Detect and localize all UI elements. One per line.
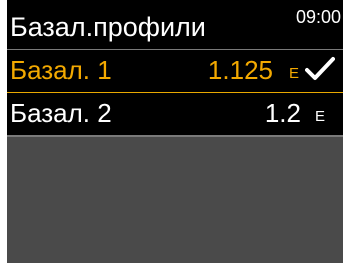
empty-list-area [7, 137, 343, 263]
pump-screen: Базал.профили 09:00 Базал. 1 1.125 Е Баз… [7, 0, 343, 263]
profile-unit: Е [288, 65, 299, 82]
profile-label: Базал. 1 [10, 55, 112, 85]
profile-unit: Е [314, 108, 325, 125]
basal-profile-row-1[interactable]: Базал. 1 1.125 Е [7, 50, 343, 92]
profile-amount: 1.2 [264, 98, 301, 128]
profile-label: Базал. 2 [10, 98, 112, 128]
clock-time: 09:00 [295, 7, 341, 27]
basal-profile-row-2[interactable]: Базал. 2 1.2 Е [7, 93, 343, 135]
profile-amount: 1.125 [207, 55, 273, 85]
checkmark-icon [305, 57, 335, 80]
screen-title: Базал.профили [10, 12, 206, 42]
screen-header: Базал.профили 09:00 [7, 0, 343, 49]
